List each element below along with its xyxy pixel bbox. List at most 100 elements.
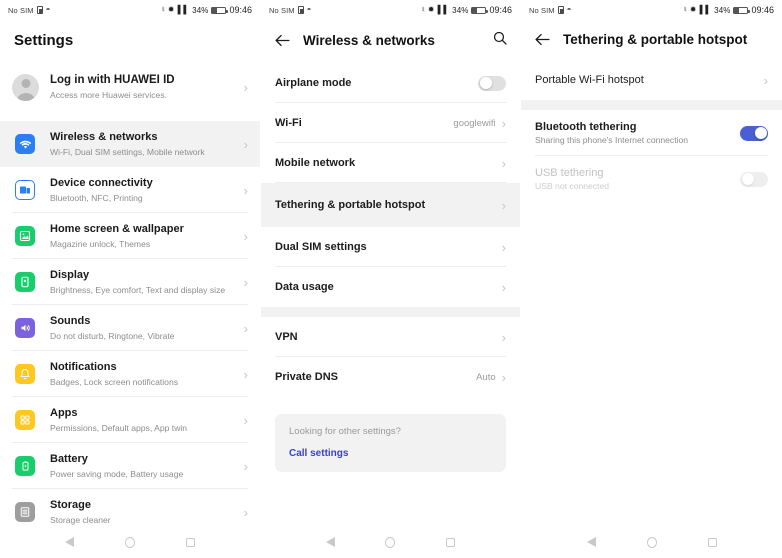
list-item-title: Bluetooth tethering [535, 121, 637, 133]
nav-home-icon[interactable] [124, 536, 135, 548]
list-item-subtitle: Storage cleaner [50, 514, 111, 525]
battery-icon [471, 6, 488, 14]
nav-recents-icon[interactable] [707, 537, 717, 547]
list-item-wireless-networks[interactable]: Wireless & networks Wi-Fi, Dual SIM sett… [0, 121, 260, 167]
tethering-settings-list[interactable]: Portable Wi-Fi hotspot › Bluetooth tethe… [521, 60, 782, 526]
list-item-text: Log in with HUAWEI ID Access more Huawei… [50, 73, 244, 102]
status-bar: No SIM ◓ ♮ ✹ ▌▌ 34% 09:46 [0, 0, 260, 20]
chevron-right-icon: › [243, 504, 248, 520]
wireless-settings-list[interactable]: Airplane mode Wi-Fi googlewifi › Mobile … [261, 63, 520, 526]
chevron-right-icon: › [501, 197, 506, 213]
settings-list[interactable]: Log in with HUAWEI ID Access more Huawei… [0, 62, 260, 526]
bluetooth-tethering-toggle[interactable] [740, 125, 768, 141]
list-item-notifications[interactable]: Notifications Badges, Lock screen notifi… [0, 351, 260, 397]
list-item-vpn[interactable]: VPN › [261, 317, 520, 357]
chevron-right-icon: › [243, 228, 248, 244]
navigation-bar[interactable] [521, 526, 782, 558]
carrier-label: No SIM [529, 5, 555, 15]
list-item-portable-wifi-hotspot[interactable]: Portable Wi-Fi hotspot › [521, 60, 782, 100]
carrier-label: No SIM [8, 5, 34, 15]
chevron-right-icon: › [763, 72, 768, 88]
nav-recents-icon[interactable] [185, 537, 195, 547]
list-item-text: Notifications Badges, Lock screen notifi… [50, 360, 244, 388]
nav-back-icon[interactable] [65, 537, 75, 547]
bell-icon [12, 364, 38, 384]
status-bar-right: ♮ ✹ ▌▌ 34% 09:46 [684, 5, 774, 15]
vibrate-icon: ♮ [421, 5, 425, 14]
list-item-title: Notifications [50, 361, 117, 374]
list-item-battery[interactable]: Battery Power saving mode, Battery usage… [0, 443, 260, 489]
speaker-icon [12, 318, 38, 338]
battery-icon [12, 456, 38, 476]
chevron-right-icon: › [501, 239, 506, 255]
chevron-right-icon: › [243, 366, 248, 382]
bluetooth-icon: ✹ [427, 5, 435, 14]
list-item-airplane-mode[interactable]: Airplane mode [261, 63, 520, 103]
list-item-value: Auto [476, 371, 496, 383]
signal-icon: ▌▌ [437, 5, 450, 14]
list-item-data-usage[interactable]: Data usage › [261, 267, 520, 307]
list-item-subtitle: Access more Huawei services. [50, 90, 168, 101]
navigation-bar[interactable] [261, 526, 520, 558]
nav-home-icon[interactable] [385, 536, 396, 548]
list-item-dual-sim-settings[interactable]: Dual SIM settings › [261, 227, 520, 267]
sim-card-icon [36, 6, 43, 14]
list-item-title: Sounds [50, 315, 91, 328]
call-settings-link[interactable]: Call settings [289, 448, 492, 459]
chevron-right-icon: › [243, 458, 248, 474]
list-item-text: Battery Power saving mode, Battery usage [50, 452, 244, 480]
list-item-title: Portable Wi-Fi hotspot [535, 74, 644, 86]
list-item-mobile-network[interactable]: Mobile network › [261, 143, 520, 183]
list-item-tethering-portable-hotspot[interactable]: Tethering & portable hotspot › [261, 183, 520, 227]
list-item-text: Device connectivity Bluetooth, NFC, Prin… [50, 176, 244, 204]
usb-tethering-toggle [740, 171, 768, 187]
list-item-huawei-id[interactable]: Log in with HUAWEI ID Access more Huawei… [0, 62, 260, 112]
list-item-storage[interactable]: Storage Storage cleaner › [0, 489, 260, 526]
status-bar-left: No SIM ◓ [269, 6, 312, 15]
list-item-wifi[interactable]: Wi-Fi googlewifi › [261, 103, 520, 143]
panel-tethering-hotspot: No SIM ◓ ♮ ✹ ▌▌ 34% 09:46 Tethering & po… [520, 0, 782, 558]
nav-recents-icon[interactable] [445, 537, 455, 547]
device-connectivity-icon [12, 180, 38, 200]
list-item-usb-tethering: USB tethering USB not connected [521, 156, 782, 202]
battery-percent-label: 34% [192, 5, 209, 15]
back-arrow-icon[interactable] [533, 30, 551, 48]
search-icon[interactable] [492, 30, 508, 51]
list-item-sounds[interactable]: Sounds Do not disturb, Ringtone, Vibrate… [0, 305, 260, 351]
list-item-private-dns[interactable]: Private DNS Auto › [261, 357, 520, 397]
list-item-device-connectivity[interactable]: Device connectivity Bluetooth, NFC, Prin… [0, 167, 260, 213]
list-item-bluetooth-tethering[interactable]: Bluetooth tethering Sharing this phone's… [521, 110, 782, 156]
list-item-text: Wi-Fi [275, 117, 453, 129]
list-item-text: Mobile network [275, 157, 502, 169]
status-bar: No SIM ◓ ♮ ✹ ▌▌ 34% 09:46 [261, 0, 520, 20]
airplane-mode-toggle[interactable] [478, 75, 506, 91]
list-item-text: Portable Wi-Fi hotspot [535, 74, 764, 86]
chevron-right-icon: › [243, 182, 248, 198]
back-arrow-icon[interactable] [273, 32, 291, 50]
nav-back-icon[interactable] [326, 537, 336, 547]
list-item-text: Tethering & portable hotspot [275, 199, 502, 211]
nav-home-icon[interactable] [646, 536, 657, 548]
list-item-subtitle: Power saving mode, Battery usage [50, 468, 184, 479]
clock-label: 09:46 [489, 5, 512, 15]
list-item-display[interactable]: Display Brightness, Eye comfort, Text an… [0, 259, 260, 305]
list-item-text: Apps Permissions, Default apps, App twin [50, 406, 244, 434]
chevron-right-icon: › [501, 115, 506, 131]
navigation-bar[interactable] [0, 526, 260, 558]
list-item-title: VPN [275, 331, 298, 343]
nav-back-icon[interactable] [586, 537, 596, 547]
list-item-home-screen-wallpaper[interactable]: Home screen & wallpaper Magazine unlock,… [0, 213, 260, 259]
list-item-subtitle: Badges, Lock screen notifications [50, 376, 179, 387]
list-item-apps[interactable]: Apps Permissions, Default apps, App twin… [0, 397, 260, 443]
list-item-title: Tethering & portable hotspot [275, 199, 426, 211]
list-item-text: Data usage [275, 281, 502, 293]
section-divider [521, 100, 782, 110]
list-item-subtitle: Sharing this phone's Internet connection [535, 135, 689, 145]
status-bar: No SIM ◓ ♮ ✹ ▌▌ 34% 09:46 [521, 0, 782, 20]
app-bar: Tethering & portable hotspot [521, 20, 782, 60]
list-item-text: Home screen & wallpaper Magazine unlock,… [50, 222, 244, 250]
three-panel-screenshot: No SIM ◓ ♮ ✹ ▌▌ 34% 09:46 Settings Log i… [0, 0, 782, 558]
chevron-right-icon: › [243, 79, 248, 95]
status-bar-left: No SIM ◓ [8, 6, 51, 15]
list-item-text: Storage Storage cleaner [50, 498, 244, 526]
